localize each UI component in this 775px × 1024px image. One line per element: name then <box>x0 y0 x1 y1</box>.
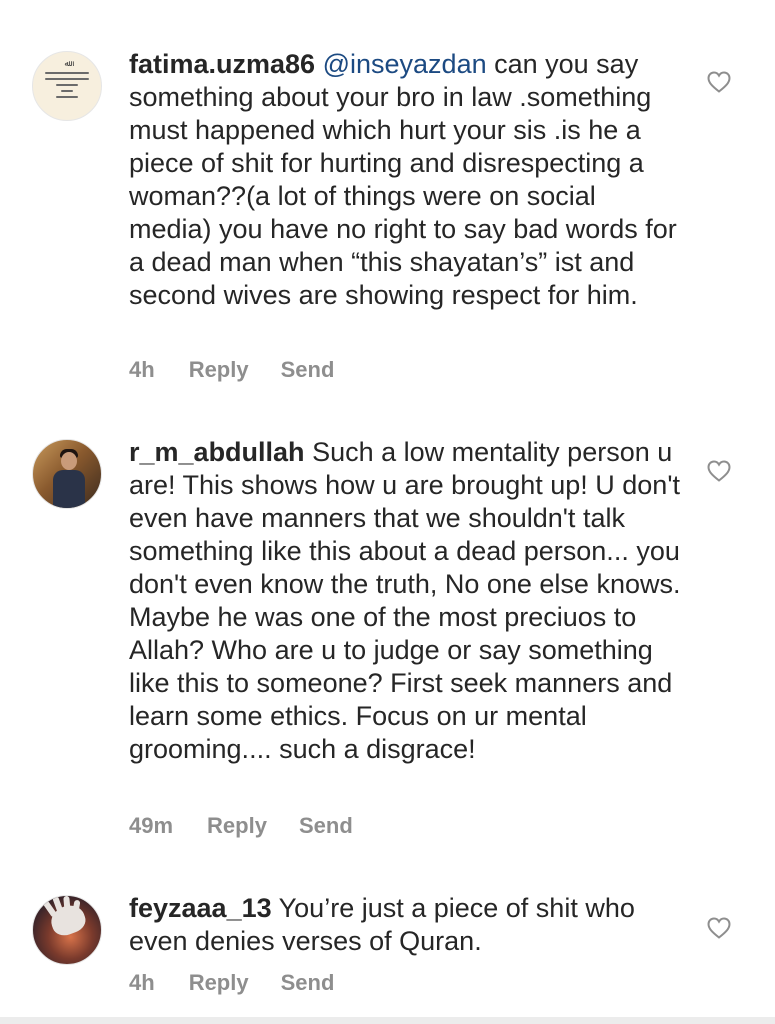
comment-username[interactable]: r_m_abdullah <box>129 437 305 467</box>
comment-username[interactable]: fatima.uzma86 <box>129 49 315 79</box>
avatar-torso <box>53 470 85 508</box>
reply-button[interactable]: Reply <box>189 970 249 996</box>
comment-body: feyzaaa_13 You’re just a piece of shit w… <box>129 892 684 958</box>
reply-button[interactable]: Reply <box>189 357 249 383</box>
calligraphy-mark: ﷲ <box>64 59 70 68</box>
comment-timestamp: 4h <box>129 970 155 995</box>
comment-text: Such a low mentality person u are! This … <box>129 437 681 764</box>
bottom-divider <box>0 1017 775 1024</box>
heart-outline-icon[interactable] <box>707 71 731 93</box>
comment-text: can you say something about your bro in … <box>129 49 677 310</box>
avatar-text-line <box>61 90 73 92</box>
comment-meta: 4h Reply Send <box>129 970 366 996</box>
avatar-head <box>61 452 77 470</box>
send-button[interactable]: Send <box>281 970 335 996</box>
avatar[interactable] <box>32 895 102 965</box>
comment-username[interactable]: feyzaaa_13 <box>129 893 272 923</box>
heart-outline-icon[interactable] <box>707 460 731 482</box>
avatar[interactable] <box>32 439 102 509</box>
comment-meta: 4h Reply Send <box>129 357 366 383</box>
comment-meta: 49m Reply Send <box>129 813 385 839</box>
avatar-text-line <box>45 72 89 74</box>
comment-timestamp: 4h <box>129 357 155 382</box>
avatar-text-line <box>45 78 89 80</box>
avatar-text-line <box>56 84 78 86</box>
avatar[interactable]: ﷲ <box>32 51 102 121</box>
comment-timestamp: 49m <box>129 813 174 838</box>
send-button[interactable]: Send <box>299 813 353 839</box>
heart-outline-icon[interactable] <box>707 917 731 939</box>
comment-body: r_m_abdullah Such a low mentality person… <box>129 436 684 766</box>
comment-body: fatima.uzma86 @inseyazdan can you say so… <box>129 48 684 312</box>
avatar-finger <box>63 896 71 915</box>
send-button[interactable]: Send <box>281 357 335 383</box>
avatar-text-line <box>56 96 78 98</box>
reply-button[interactable]: Reply <box>207 813 267 839</box>
comment-mention[interactable]: @inseyazdan <box>323 49 487 79</box>
